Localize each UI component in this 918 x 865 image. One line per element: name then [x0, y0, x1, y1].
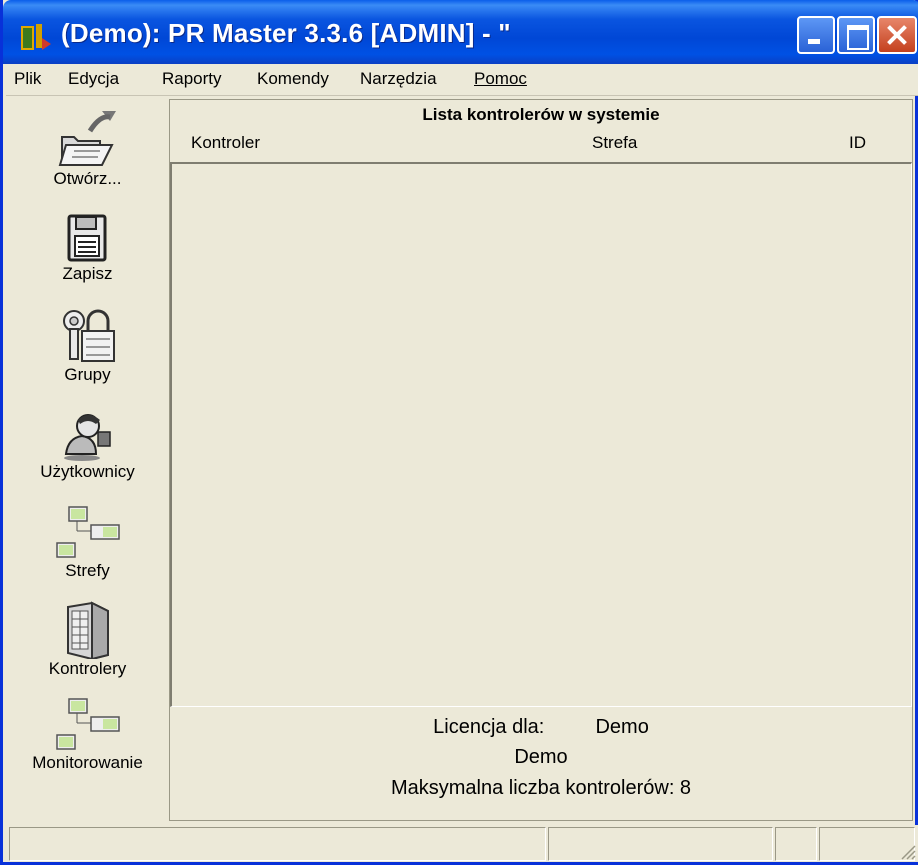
monitoring-label: Monitorowanie: [32, 753, 143, 772]
menu-bar: Plik Edycja Raporty Komendy Narzędzia Po…: [6, 64, 918, 96]
controllers-list-title: Lista kontrolerów w systemie: [422, 105, 660, 124]
users-button[interactable]: Użytkownicy: [6, 410, 169, 482]
zones-button[interactable]: Strefy: [6, 505, 169, 581]
controller-icon: [66, 601, 109, 659]
save-floppy-icon: [67, 214, 106, 262]
menu-edycja[interactable]: Edycja: [68, 69, 119, 89]
menu-narzedzia[interactable]: Narzędzia: [360, 69, 437, 89]
status-cell-3: [775, 827, 817, 861]
controllers-button[interactable]: Kontrolery: [6, 601, 169, 679]
license-row: Licencja dla: Demo: [170, 716, 912, 739]
monitoring-icon: [55, 698, 120, 750]
controllers-panel: Lista kontrolerów w systemie Kontroler S…: [169, 99, 913, 821]
status-bar: [6, 825, 918, 862]
open-label: Otwórz...: [53, 169, 122, 188]
save-label: Zapisz: [62, 264, 113, 283]
app-window: (Demo): PR Master 3.3.6 [ADMIN] - " Plik…: [0, 0, 918, 865]
maximize-button[interactable]: [837, 16, 875, 54]
groups-label: Grupy: [64, 365, 111, 384]
controllers-list[interactable]: [170, 162, 912, 707]
status-cell-main: [9, 827, 546, 861]
open-folder-icon: [58, 111, 116, 166]
keys-lock-icon: [62, 309, 115, 362]
title-bar[interactable]: (Demo): PR Master 3.3.6 [ADMIN] - ": [3, 0, 918, 64]
save-button[interactable]: Zapisz: [6, 212, 169, 284]
controllers-label: Kontrolery: [48, 659, 127, 678]
groups-button[interactable]: Grupy: [6, 307, 169, 385]
menu-plik[interactable]: Plik: [14, 69, 41, 89]
max-controllers-text: Maksymalna liczba kontrolerów: 8: [390, 777, 692, 799]
license-licensee: Demo: [595, 716, 649, 738]
users-label: Użytkownicy: [40, 462, 135, 481]
license-company: Demo: [514, 746, 568, 768]
app-icon: [21, 24, 51, 50]
column-header-kontroler[interactable]: Kontroler: [191, 133, 260, 153]
resize-grip-icon[interactable]: [898, 842, 916, 860]
close-button[interactable]: [877, 16, 917, 54]
column-header-strefa[interactable]: Strefa: [592, 133, 637, 153]
zones-icon: [55, 506, 120, 558]
user-icon: [63, 414, 111, 461]
status-cell-2: [548, 827, 773, 861]
column-header-id[interactable]: ID: [849, 133, 866, 153]
open-button[interactable]: Otwórz...: [6, 107, 169, 189]
menu-komendy[interactable]: Komendy: [257, 69, 329, 89]
menu-pomoc[interactable]: Pomoc: [474, 69, 527, 89]
menu-raporty[interactable]: Raporty: [162, 69, 222, 89]
minimize-button[interactable]: [797, 16, 835, 54]
window-title: (Demo): PR Master 3.3.6 [ADMIN] - ": [61, 18, 511, 48]
side-toolbar: Otwórz... Zapisz Grupy Użytkownicy Stref…: [6, 97, 169, 821]
license-label: Licencja dla:: [433, 716, 545, 738]
zones-label: Strefy: [65, 561, 110, 580]
monitoring-button[interactable]: Monitorowanie: [6, 697, 169, 773]
